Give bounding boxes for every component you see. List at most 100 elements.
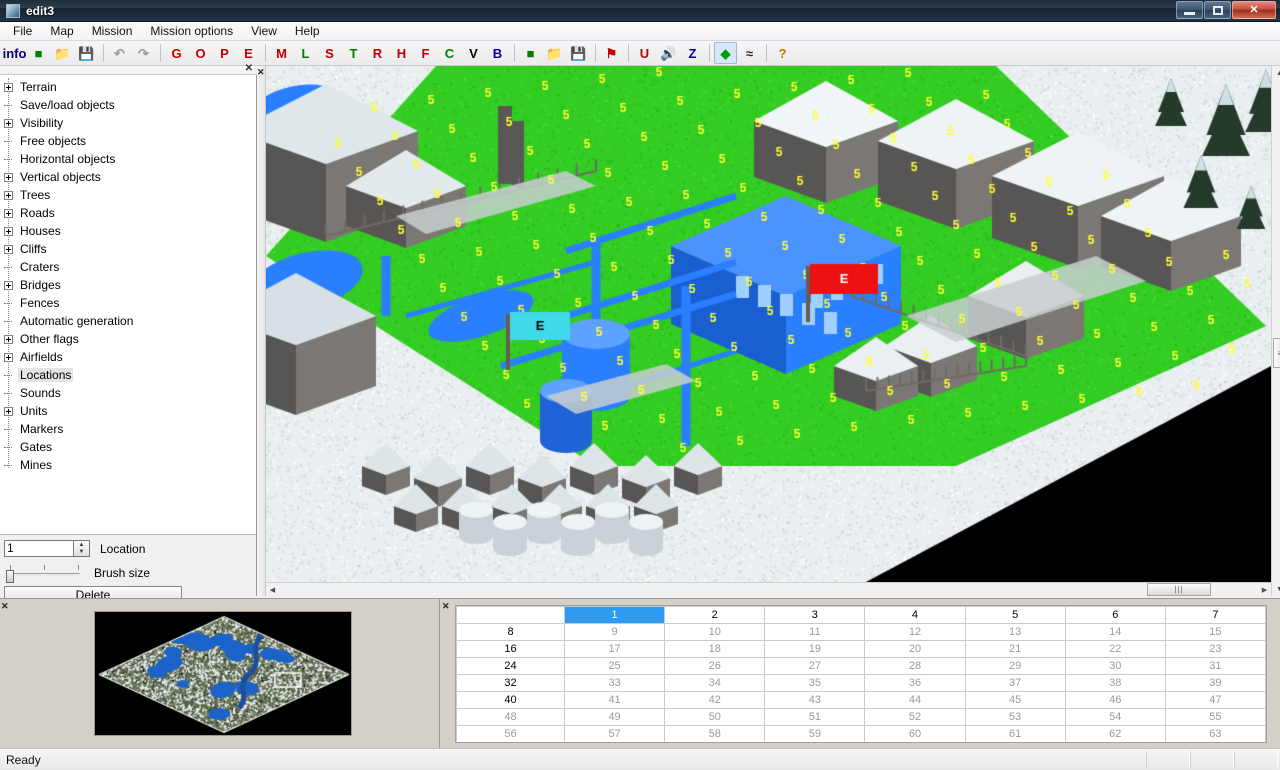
units-button[interactable]: U (633, 42, 656, 64)
grid-cell[interactable]: 62 (1064, 725, 1166, 742)
sidebar-item-locations[interactable]: Locations (0, 366, 256, 384)
expand-plus-icon[interactable] (4, 352, 13, 362)
grid-cell[interactable]: 20 (864, 640, 966, 658)
bridges-button[interactable]: B (486, 42, 509, 64)
active-tool-button[interactable]: ◆ (714, 42, 737, 64)
craters-button[interactable]: C (438, 42, 461, 64)
sidebar-item-other-flags[interactable]: Other flags (0, 330, 256, 348)
grid-cell[interactable]: 38 (1064, 674, 1166, 692)
vscroll-thumb[interactable]: ≡ (1273, 338, 1280, 368)
sidebar-item-visibility[interactable]: Visibility (0, 114, 256, 132)
grid-cell[interactable]: 15 (1164, 623, 1266, 641)
scroll-down-icon[interactable]: ▼ (1272, 582, 1280, 596)
sidebar-item-markers[interactable]: Markers (0, 420, 256, 438)
menu-item-view[interactable]: View (242, 22, 286, 40)
grid-cell[interactable]: 17 (563, 640, 666, 658)
expand-plus-icon[interactable] (4, 208, 13, 218)
grid-cell[interactable]: 12 (864, 623, 966, 641)
objects-button[interactable]: O (189, 42, 212, 64)
roads-button[interactable]: R (366, 42, 389, 64)
grid-cell[interactable]: 47 (1164, 691, 1266, 709)
expand-plus-icon[interactable] (4, 280, 13, 290)
hscroll-track[interactable]: ||| (279, 583, 1258, 596)
minimap-view[interactable] (94, 611, 352, 736)
terrain-button[interactable]: G (165, 42, 188, 64)
minimize-button[interactable] (1176, 1, 1203, 19)
trees-button[interactable]: T (342, 42, 365, 64)
sidebar-item-free-objects[interactable]: Free objects (0, 132, 256, 150)
expand-plus-icon[interactable] (4, 334, 13, 344)
slider-thumb[interactable] (6, 570, 14, 583)
grid-cell[interactable]: 60 (864, 725, 966, 742)
vertical-button[interactable]: V (462, 42, 485, 64)
flag-button[interactable]: ⚑ (600, 42, 623, 64)
grid-cell[interactable]: 33 (563, 674, 666, 692)
column-header-1[interactable]: 1 (563, 606, 666, 624)
hscroll-thumb[interactable]: ||| (1147, 583, 1211, 596)
grid-cell[interactable]: 25 (563, 657, 666, 675)
minimap-render-surface[interactable] (95, 612, 351, 735)
expand-plus-icon[interactable] (4, 226, 13, 236)
place-button[interactable]: P (213, 42, 236, 64)
slider-track[interactable] (6, 573, 80, 576)
grid-cell[interactable]: 26 (664, 657, 766, 675)
grid-cell[interactable]: 31 (1164, 657, 1266, 675)
map-render-surface[interactable] (266, 66, 1271, 582)
row-header[interactable]: 32 (456, 674, 565, 692)
map-horizontal-scrollbar[interactable]: ◀ ||| ▶ (266, 582, 1271, 596)
grid-cell[interactable]: 30 (1064, 657, 1166, 675)
expand-plus-icon[interactable] (4, 190, 13, 200)
brush-size-slider[interactable] (4, 561, 84, 583)
zones-button[interactable]: Z (681, 42, 704, 64)
expand-plus-icon[interactable] (4, 244, 13, 254)
column-header-2[interactable]: 2 (664, 606, 766, 624)
sidebar-item-save-load-objects[interactable]: Save/load objects (0, 96, 256, 114)
minimap-close-icon[interactable] (0, 599, 10, 749)
houses-button[interactable]: H (390, 42, 413, 64)
sidebar-item-bridges[interactable]: Bridges (0, 276, 256, 294)
grid-cell[interactable]: 55 (1164, 708, 1266, 726)
sidebar-item-roads[interactable]: Roads (0, 204, 256, 222)
undo-button[interactable]: ↶ (108, 42, 131, 64)
sidebar-item-vertical-objects[interactable]: Vertical objects (0, 168, 256, 186)
map-vertical-scrollbar[interactable]: ▲ ≡ ▼ (1271, 66, 1280, 596)
scroll-right-icon[interactable]: ▶ (1258, 583, 1271, 596)
grid-cell[interactable]: 45 (964, 691, 1066, 709)
grid-cell[interactable]: 27 (764, 657, 866, 675)
grid-cell[interactable]: 53 (964, 708, 1066, 726)
mission-save-button[interactable]: 💾 (567, 42, 590, 64)
new-button[interactable]: ■ (27, 42, 50, 64)
sidebar-item-houses[interactable]: Houses (0, 222, 256, 240)
grid-cell[interactable]: 19 (764, 640, 866, 658)
sidebar-item-fences[interactable]: Fences (0, 294, 256, 312)
grid-cell[interactable]: 35 (764, 674, 866, 692)
grid-cell[interactable]: 14 (1064, 623, 1166, 641)
grid-cell[interactable]: 42 (664, 691, 766, 709)
grid-cell[interactable]: 63 (1164, 725, 1266, 742)
row-header[interactable]: 24 (456, 657, 565, 675)
menu-item-help[interactable]: Help (286, 22, 329, 40)
expand-plus-icon[interactable] (4, 172, 13, 182)
sounds-button[interactable]: 🔊 (657, 42, 680, 64)
row-header[interactable]: 56 (456, 725, 565, 742)
grid-cell[interactable]: 39 (1164, 674, 1266, 692)
open-button[interactable]: 📁 (51, 42, 74, 64)
stepper-up-icon[interactable]: ▲ (74, 541, 89, 549)
map-canvas[interactable] (266, 66, 1271, 582)
scroll-left-icon[interactable]: ◀ (266, 583, 279, 596)
map-panel-close-icon[interactable] (257, 66, 266, 596)
grid-cell[interactable]: 57 (563, 725, 666, 742)
sidebar-item-sounds[interactable]: Sounds (0, 384, 256, 402)
grid-cell[interactable]: 23 (1164, 640, 1266, 658)
sidebar-item-automatic-generation[interactable]: Automatic generation (0, 312, 256, 330)
grid-cell[interactable]: 61 (964, 725, 1066, 742)
sidebar-item-cliffs[interactable]: Cliffs (0, 240, 256, 258)
expand-plus-icon[interactable] (4, 118, 13, 128)
grid-cell[interactable]: 37 (964, 674, 1066, 692)
info-button[interactable]: info (3, 42, 27, 64)
row-header[interactable]: 16 (456, 640, 565, 658)
menu-item-mission[interactable]: Mission (83, 22, 142, 40)
grid-cell[interactable]: 54 (1064, 708, 1166, 726)
sidebar-item-units[interactable]: Units (0, 402, 256, 420)
column-header-4[interactable]: 4 (864, 606, 966, 624)
